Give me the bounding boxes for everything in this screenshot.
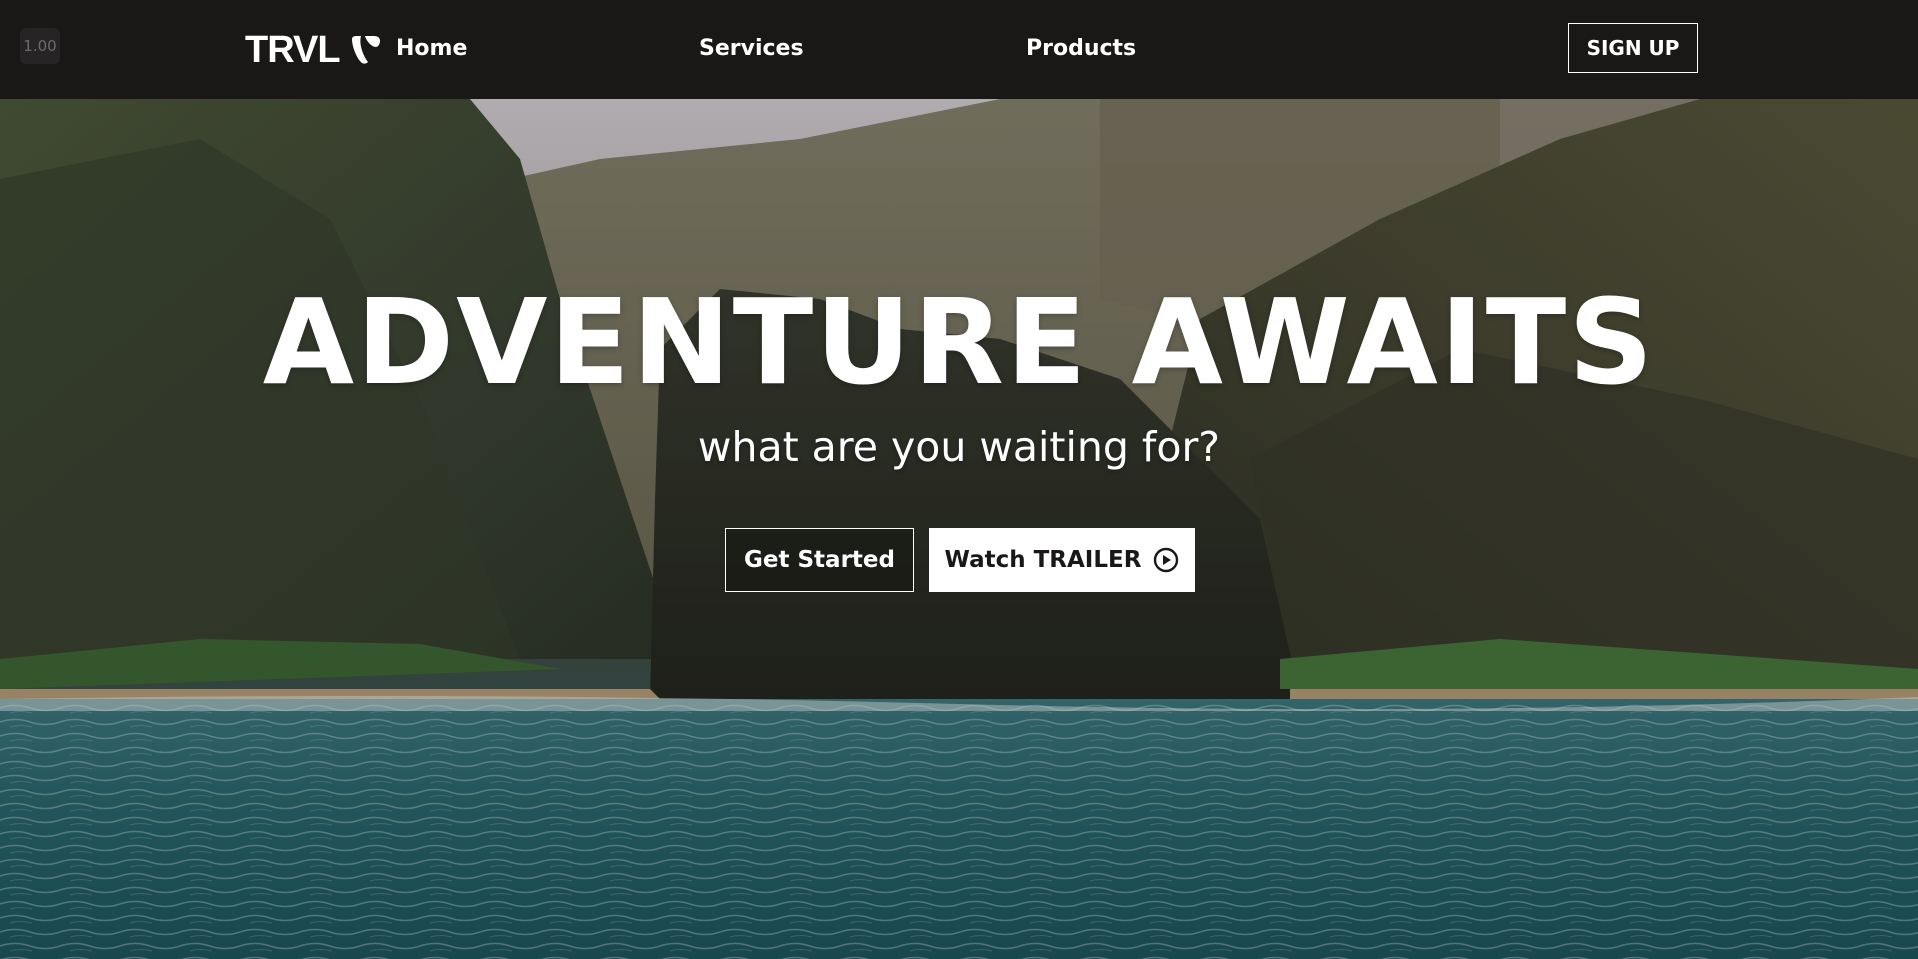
logo-text: TRVL — [245, 29, 341, 71]
navbar: 1.00 TRVL Home Services Products SIGN UP — [0, 0, 1918, 99]
get-started-button[interactable]: Get Started — [725, 528, 914, 592]
play-circle-icon — [1154, 547, 1179, 573]
typo3-icon — [351, 36, 380, 64]
nav-link-home[interactable]: Home — [396, 34, 467, 64]
hero-subtitle: what are you waiting for? — [697, 423, 1221, 471]
hero-section: ADVENTURE AWAITS what are you waiting fo… — [0, 99, 1918, 959]
nav-link-products[interactable]: Products — [1026, 34, 1136, 64]
logo[interactable]: TRVL — [245, 28, 382, 72]
hero-title: ADVENTURE AWAITS — [262, 273, 1656, 411]
zoom-indicator: 1.00 — [20, 28, 60, 64]
watch-trailer-label: Watch TRAILER — [944, 547, 1142, 573]
sign-up-button[interactable]: SIGN UP — [1568, 23, 1698, 73]
nav-link-services[interactable]: Services — [699, 34, 804, 64]
watch-trailer-button[interactable]: Watch TRAILER — [929, 528, 1195, 592]
